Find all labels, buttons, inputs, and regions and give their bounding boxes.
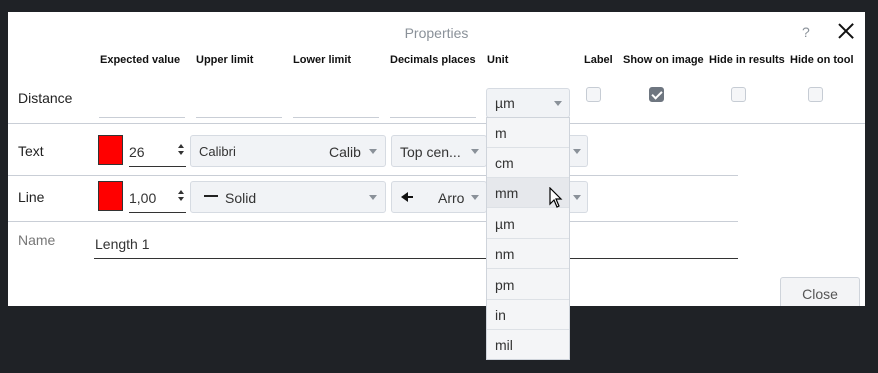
- unit-option-m[interactable]: m: [487, 118, 569, 148]
- solid-line-icon: [204, 195, 218, 197]
- help-icon[interactable]: ?: [802, 24, 810, 40]
- unit-dropdown-list: m cm mm µm nm pm in mil: [486, 117, 570, 360]
- show-on-image-checkbox[interactable]: [649, 87, 664, 102]
- dialog-title: Properties: [404, 25, 469, 41]
- unit-option-mil[interactable]: mil: [487, 330, 569, 360]
- distance-label: Distance: [18, 90, 73, 106]
- chevron-down-icon: [471, 149, 479, 154]
- decimals-places-input[interactable]: [390, 117, 476, 118]
- line-style-value: Solid: [225, 190, 257, 206]
- text-position-value: Top cen...: [400, 144, 461, 160]
- expected-value-input[interactable]: [99, 117, 185, 118]
- unit-option-um[interactable]: µm: [487, 209, 569, 239]
- divider: [8, 123, 865, 124]
- col-lower-limit: Lower limit: [293, 54, 352, 66]
- unit-option-pm[interactable]: pm: [487, 270, 569, 300]
- line-color-swatch[interactable]: [98, 181, 123, 211]
- upper-limit-input[interactable]: [196, 117, 282, 118]
- spin-down-icon[interactable]: [178, 197, 184, 201]
- col-show-on-image: Show on image: [623, 54, 704, 66]
- divider: [8, 175, 738, 176]
- unit-option-in[interactable]: in: [487, 300, 569, 330]
- chevron-down-icon: [554, 101, 562, 106]
- lower-limit-input[interactable]: [293, 117, 379, 118]
- col-expected-value: Expected value: [100, 54, 181, 66]
- chevron-down-icon: [369, 149, 377, 154]
- line-style-select[interactable]: Solid: [190, 181, 386, 213]
- name-input[interactable]: Length 1: [94, 232, 738, 259]
- chevron-down-icon: [573, 195, 581, 200]
- font-select[interactable]: Calibri Calib: [190, 135, 386, 167]
- hide-on-tool-checkbox[interactable]: [808, 87, 823, 102]
- line-end-value: Arro: [438, 190, 465, 206]
- text-size-spinner[interactable]: 26: [129, 135, 186, 167]
- line-width-spinner[interactable]: 1,00: [129, 181, 186, 213]
- unit-option-cm[interactable]: cm: [487, 148, 569, 178]
- arrow-left-icon: [407, 196, 413, 198]
- chevron-down-icon: [573, 149, 581, 154]
- text-position-select[interactable]: Top cen...: [391, 135, 487, 167]
- spin-up-icon[interactable]: [178, 144, 184, 148]
- text-extra-select[interactable]: [570, 135, 588, 167]
- text-label: Text: [18, 143, 44, 159]
- spin-up-icon[interactable]: [178, 190, 184, 194]
- hide-in-results-checkbox[interactable]: [731, 87, 746, 102]
- col-hide-on-tool: Hide on tool: [790, 54, 854, 66]
- mouse-pointer-icon: [549, 187, 563, 208]
- name-label: Name: [18, 232, 56, 248]
- text-color-swatch[interactable]: [98, 135, 123, 165]
- properties-dialog: Properties ? Expected value Upper limit …: [8, 12, 865, 306]
- col-upper-limit: Upper limit: [196, 54, 254, 66]
- font-name: Calibri: [199, 144, 236, 159]
- chevron-down-icon: [471, 195, 479, 200]
- line-label: Line: [18, 189, 45, 205]
- col-label: Label: [584, 54, 613, 66]
- text-size-value: 26: [129, 144, 145, 160]
- col-unit: Unit: [487, 54, 509, 66]
- line-width-value: 1,00: [129, 190, 157, 206]
- font-preview: Calib: [329, 144, 361, 160]
- line-extra-select[interactable]: [570, 181, 588, 213]
- spin-down-icon[interactable]: [178, 151, 184, 155]
- col-hide-in-results: Hide in results: [709, 54, 785, 66]
- label-checkbox[interactable]: [586, 87, 601, 102]
- close-button[interactable]: Close: [780, 277, 860, 306]
- line-end-select[interactable]: Arro: [391, 181, 487, 213]
- unit-select[interactable]: µm: [486, 88, 570, 118]
- divider: [8, 221, 738, 222]
- close-icon[interactable]: [835, 20, 857, 42]
- chevron-down-icon: [369, 195, 377, 200]
- unit-selected-value: µm: [495, 95, 515, 111]
- name-value: Length 1: [95, 236, 150, 252]
- unit-option-nm[interactable]: nm: [487, 239, 569, 269]
- col-decimals-places: Decimals places: [390, 54, 476, 66]
